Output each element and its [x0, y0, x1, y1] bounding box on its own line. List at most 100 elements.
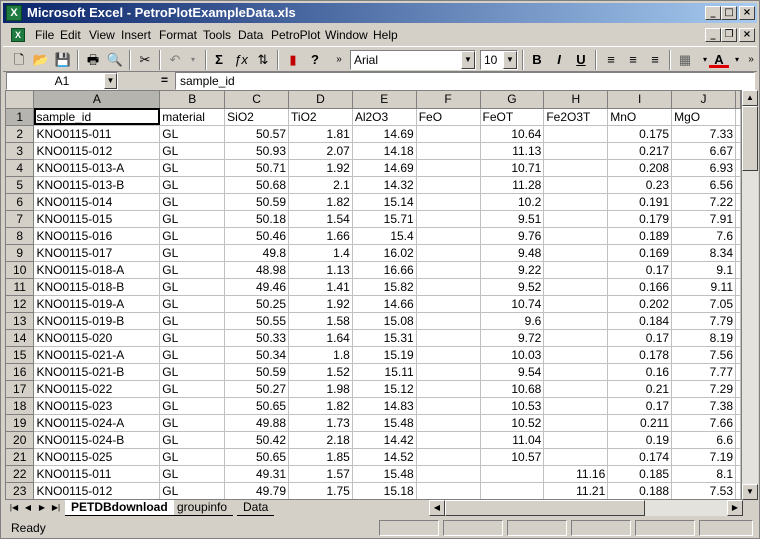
scroll-thumb[interactable]: [742, 106, 758, 171]
cell[interactable]: 9.72: [480, 329, 545, 347]
font-size-select[interactable]: 10 ▼: [480, 50, 518, 70]
cell[interactable]: 16.66: [352, 261, 417, 279]
menu-edit[interactable]: Edit: [60, 28, 81, 42]
print-preview-icon[interactable]: 🔍: [105, 50, 125, 70]
cell[interactable]: 15.48: [352, 414, 417, 432]
cell[interactable]: GL: [159, 431, 226, 449]
cell[interactable]: [543, 295, 609, 313]
cell[interactable]: [543, 159, 609, 177]
cell[interactable]: 50.34: [224, 346, 290, 364]
cell[interactable]: 0.166: [607, 278, 673, 296]
cell[interactable]: [543, 363, 609, 381]
cell[interactable]: [735, 210, 741, 228]
font-color-icon[interactable]: A: [709, 50, 729, 68]
toolbar-options-icon[interactable]: »: [329, 50, 349, 70]
doc-minimize-icon[interactable]: _: [705, 28, 721, 42]
cell[interactable]: GL: [159, 465, 226, 483]
cell[interactable]: 10.57: [480, 448, 545, 466]
cell[interactable]: [735, 125, 741, 143]
maximize-icon[interactable]: □: [721, 6, 737, 20]
column-header-e[interactable]: E: [352, 91, 417, 109]
cell[interactable]: sample_id: [33, 108, 161, 126]
cell[interactable]: 11.16: [543, 465, 609, 483]
cell[interactable]: 10.2: [480, 193, 545, 211]
cell[interactable]: 0.175: [607, 125, 673, 143]
menu-window[interactable]: Window: [325, 28, 368, 42]
cell[interactable]: 9.6: [480, 312, 545, 330]
cell[interactable]: [543, 380, 609, 398]
column-header-g[interactable]: G: [480, 91, 545, 109]
cell[interactable]: 14.52: [352, 448, 417, 466]
cell[interactable]: [416, 193, 481, 211]
row-header[interactable]: 14: [6, 329, 35, 347]
row-header[interactable]: 1: [6, 108, 35, 126]
cell[interactable]: 1.66: [288, 227, 353, 245]
cell[interactable]: KNO0115-013-B: [33, 176, 161, 194]
cell[interactable]: 50.59: [224, 363, 290, 381]
cell[interactable]: 9.54: [480, 363, 545, 381]
scroll-left-icon[interactable]: ◀: [429, 500, 445, 516]
cell[interactable]: [416, 176, 481, 194]
cell[interactable]: 7.22: [671, 193, 736, 211]
cell[interactable]: 50.59: [224, 193, 290, 211]
cell[interactable]: 0.217: [607, 142, 673, 160]
cell[interactable]: 1.4: [288, 244, 353, 262]
cell[interactable]: [543, 346, 609, 364]
open-icon[interactable]: 📂: [31, 50, 51, 70]
cell[interactable]: [735, 448, 741, 466]
cell[interactable]: 50.93: [224, 142, 290, 160]
cell[interactable]: 7.79: [671, 312, 736, 330]
cell[interactable]: [416, 210, 481, 228]
minimize-icon[interactable]: _: [705, 6, 721, 20]
cell[interactable]: [735, 431, 741, 449]
cell[interactable]: [735, 295, 741, 313]
cell[interactable]: GL: [159, 295, 226, 313]
row-header[interactable]: 2: [6, 125, 35, 143]
column-header-c[interactable]: C: [224, 91, 290, 109]
cell[interactable]: [543, 312, 609, 330]
cell[interactable]: 49.31: [224, 465, 290, 483]
cell[interactable]: [416, 278, 481, 296]
row-header[interactable]: 6: [6, 193, 35, 211]
borders-icon[interactable]: ▦: [675, 50, 695, 70]
cell[interactable]: 14.66: [352, 295, 417, 313]
row-header[interactable]: 10: [6, 261, 35, 279]
chart-wizard-icon[interactable]: ▮: [283, 50, 303, 70]
cell[interactable]: 0.21: [607, 380, 673, 398]
new-icon[interactable]: 🗋: [9, 50, 29, 70]
menu-insert[interactable]: Insert: [121, 28, 151, 42]
cell[interactable]: KNO0115-013-A: [33, 159, 161, 177]
cell[interactable]: GL: [159, 397, 226, 415]
cell[interactable]: [735, 414, 741, 432]
cell[interactable]: [543, 193, 609, 211]
cell[interactable]: 1.8: [288, 346, 353, 364]
cell[interactable]: GL: [159, 448, 226, 466]
cell[interactable]: 50.25: [224, 295, 290, 313]
row-header[interactable]: 17: [6, 380, 35, 398]
cell[interactable]: TiO2: [288, 108, 353, 126]
cell[interactable]: material: [159, 108, 226, 126]
cell[interactable]: 0.211: [607, 414, 673, 432]
cell[interactable]: KNO0115-021-B: [33, 363, 161, 381]
cell[interactable]: 0.17: [607, 329, 673, 347]
cell[interactable]: 15.31: [352, 329, 417, 347]
next-sheet-icon[interactable]: ▶: [35, 501, 49, 516]
cell[interactable]: KNO0115-023: [33, 397, 161, 415]
cell[interactable]: 7.33: [671, 125, 736, 143]
cell[interactable]: [543, 448, 609, 466]
cell[interactable]: 1.54: [288, 210, 353, 228]
cell[interactable]: 6.67: [671, 142, 736, 160]
cell[interactable]: 1.41: [288, 278, 353, 296]
cell[interactable]: [416, 329, 481, 347]
cell[interactable]: [480, 482, 545, 499]
cell[interactable]: [735, 176, 741, 194]
cell[interactable]: 7.38: [671, 397, 736, 415]
cell[interactable]: [416, 227, 481, 245]
cell[interactable]: [416, 482, 481, 499]
sheet-tab-groupinfo[interactable]: groupinfo: [171, 500, 234, 516]
excel-app-icon[interactable]: X: [6, 5, 22, 21]
cell[interactable]: 9.51: [480, 210, 545, 228]
menu-format[interactable]: Format: [159, 28, 197, 42]
cell[interactable]: [735, 482, 741, 499]
cell[interactable]: MgO: [671, 108, 736, 126]
